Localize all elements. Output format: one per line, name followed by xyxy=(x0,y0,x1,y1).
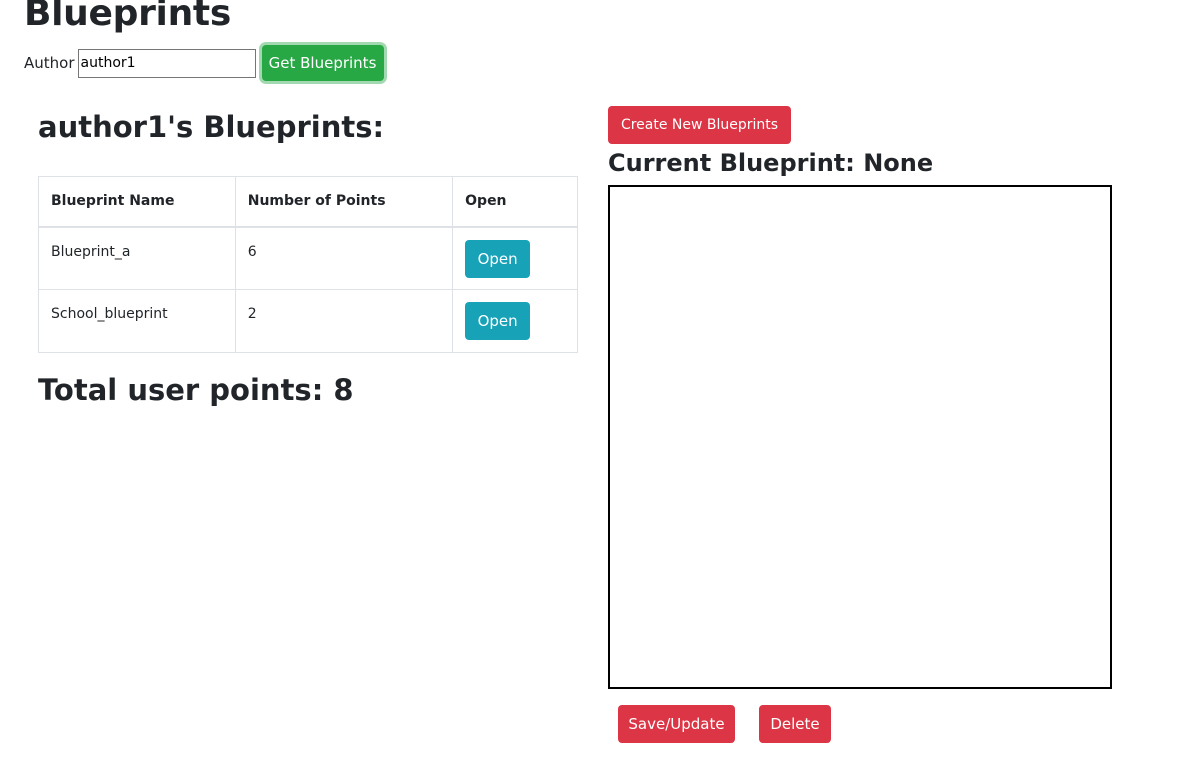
column-header-name: Blueprint Name xyxy=(38,176,236,228)
column-header-open: Open xyxy=(452,176,578,228)
open-cell: Open xyxy=(452,226,578,290)
column-header-points: Number of Points xyxy=(234,176,454,228)
current-blueprint-title: Current Blueprint: None xyxy=(608,149,934,177)
save-update-button[interactable]: Save/Update xyxy=(618,705,735,743)
blueprint-points-cell: 6 xyxy=(234,226,454,290)
author-input[interactable] xyxy=(77,48,256,78)
blueprint-canvas[interactable] xyxy=(608,185,1112,689)
blueprints-section-title: author1's Blueprints: xyxy=(38,110,385,144)
blueprint-points-cell: 2 xyxy=(234,289,454,353)
blueprint-name-cell: Blueprint_a xyxy=(38,226,236,290)
blueprint-name-cell: School_blueprint xyxy=(38,289,236,353)
open-cell: Open xyxy=(452,289,578,353)
open-blueprint-button[interactable]: Open xyxy=(465,239,531,278)
table-header-row: Blueprint Name Number of Points Open xyxy=(38,176,578,228)
table-row: Blueprint_a 6 Open xyxy=(38,226,578,290)
blueprints-table: Blueprint Name Number of Points Open Blu… xyxy=(38,176,578,353)
total-user-points: Total user points: 8 xyxy=(38,373,354,407)
author-label: Author xyxy=(24,54,75,72)
create-new-blueprints-button[interactable]: Create New Blueprints xyxy=(608,106,791,144)
author-form: Author Get Blueprints xyxy=(24,42,384,84)
blueprints-section: author1's Blueprints: Blueprint Name Num… xyxy=(38,106,578,407)
table-row: School_blueprint 2 Open xyxy=(38,289,578,353)
open-blueprint-button[interactable]: Open xyxy=(465,302,531,340)
delete-button[interactable]: Delete xyxy=(759,705,831,743)
page-title: Blueprints xyxy=(24,0,231,34)
blueprints-app: Blueprints Author Get Blueprints author1… xyxy=(0,0,1189,772)
get-blueprints-button[interactable]: Get Blueprints xyxy=(261,45,384,81)
